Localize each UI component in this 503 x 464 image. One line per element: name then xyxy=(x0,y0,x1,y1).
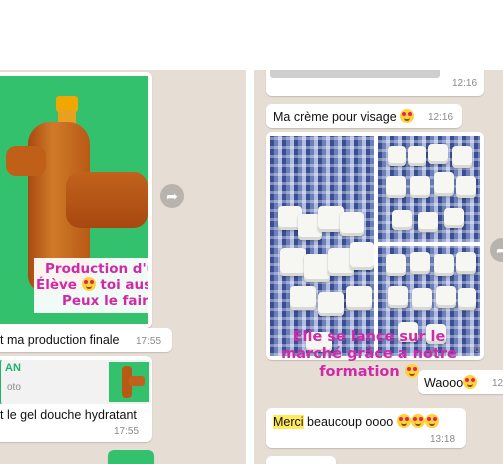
album-photo-2[interactable] xyxy=(378,136,480,242)
message-time: 17:55 xyxy=(136,336,162,347)
message-time: 12 xyxy=(492,378,503,389)
highlighted-word: Merci xyxy=(273,415,304,429)
message-time: 12:16 xyxy=(452,78,478,89)
message-bubble[interactable]: Ma crème pour visage 12:16 xyxy=(266,104,462,128)
quoted-thumbnail xyxy=(109,362,149,402)
message-bubble[interactable]: t ma production finale 17:55 xyxy=(0,328,172,352)
partial-image-bubble[interactable]: 12:16 xyxy=(266,70,484,96)
message-text: Merci beaucoup oooo xyxy=(273,414,439,429)
partial-message-bubble[interactable] xyxy=(266,456,336,464)
heart-eyes-emoji xyxy=(81,277,96,292)
reply-bubble[interactable]: Waooo 12 xyxy=(418,370,503,394)
heart-eyes-emoji xyxy=(400,109,415,123)
product-photo[interactable]: Production d'une Élève toi aussi tu Peux… xyxy=(0,76,148,324)
message-text: Waooo xyxy=(424,375,478,390)
image-caption: Production d'une Élève toi aussi tu Peux… xyxy=(34,258,148,313)
heart-eyes-emoji xyxy=(463,375,478,389)
partial-message-bubble[interactable] xyxy=(108,450,154,464)
image-message-bubble[interactable]: Production d'une Élève toi aussi tu Peux… xyxy=(0,72,152,328)
message-time: 13:18 xyxy=(430,434,456,445)
message-time: 17:55 xyxy=(114,426,140,437)
bottle-side xyxy=(66,172,148,228)
heart-eyes-emoji xyxy=(424,414,439,428)
message-text: t le gel douche hydratant xyxy=(0,408,137,422)
message-time: 12:16 xyxy=(428,112,454,123)
heart-eyes-emoji xyxy=(410,414,425,428)
bottle-handle xyxy=(6,146,46,176)
quoted-sender: AN xyxy=(5,362,21,374)
heart-eyes-emoji xyxy=(396,414,411,428)
left-chat-panel: Production d'une Élève toi aussi tu Peux… xyxy=(0,70,246,464)
right-chat-panel: 12:16 Ma crème pour visage 12:16 Elle se… xyxy=(254,70,503,464)
message-time: 6 xyxy=(474,344,480,355)
reply-message-bubble[interactable]: AN oto t le gel douche hydratant 17:55 xyxy=(0,356,152,442)
forward-icon[interactable]: ➦ xyxy=(490,238,503,262)
message-bubble[interactable]: Merci beaucoup oooo 13:18 xyxy=(266,408,466,448)
album-photo-1[interactable] xyxy=(270,136,374,356)
partial-image xyxy=(270,70,440,78)
message-text: Ma crème pour visage xyxy=(273,109,415,124)
message-text: t ma production finale xyxy=(0,333,120,347)
heart-eyes-emoji xyxy=(404,363,419,378)
forward-icon[interactable]: ➦ xyxy=(160,184,184,208)
quoted-type: oto xyxy=(7,382,21,393)
quoted-message[interactable]: AN oto xyxy=(0,360,151,404)
album-message-bubble[interactable]: Elle se lance sur le marché grâce a notr… xyxy=(266,132,484,380)
